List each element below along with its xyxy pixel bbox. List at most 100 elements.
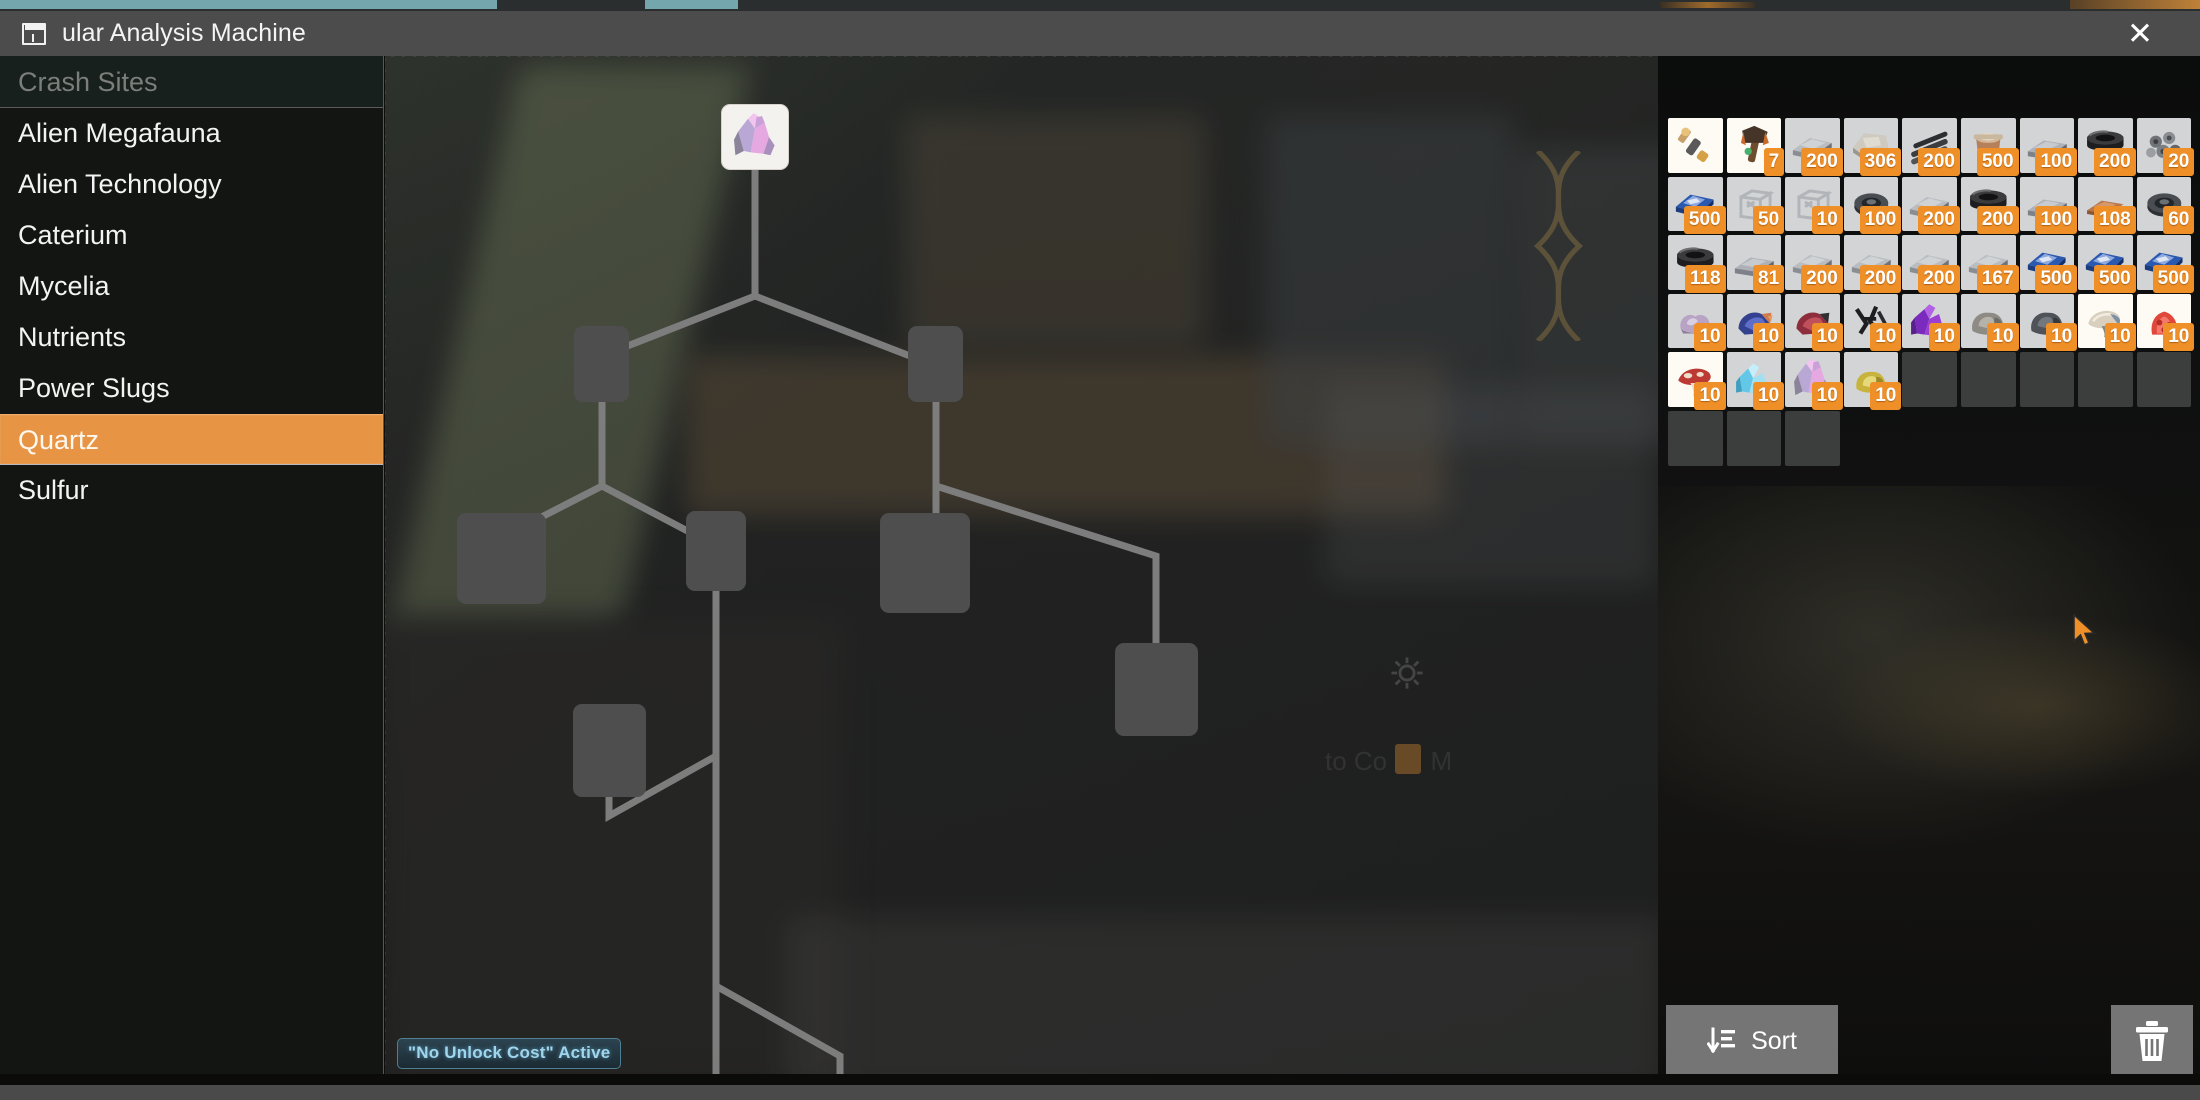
inventory-slot[interactable]: 10 (1666, 350, 1726, 410)
inventory-item-quantity: 306 (1859, 147, 1902, 176)
inventory-slot[interactable]: 100 (2018, 116, 2078, 176)
mam-window: ular Analysis Machine ✕ Crash Sites Alie… (0, 11, 2200, 1085)
inventory-slot[interactable]: 500 (2135, 233, 2195, 293)
inventory-slot[interactable]: 108 (2076, 175, 2136, 235)
inventory-slot[interactable]: 10 (1842, 350, 1902, 410)
close-button[interactable]: ✕ (2080, 11, 2200, 56)
inventory-slot[interactable]: 200 (1900, 233, 1960, 293)
inventory-slot[interactable]: 10 (1783, 175, 1843, 235)
tree-node-root[interactable] (721, 104, 789, 170)
inventory-slot-empty[interactable] (2018, 350, 2077, 409)
inventory-slot-empty[interactable] (1666, 409, 1725, 468)
inventory-slot[interactable]: 500 (1666, 175, 1726, 235)
inventory-item-quantity: 100 (1859, 206, 1902, 235)
inventory-item-quantity: 10 (1753, 323, 1785, 352)
inventory-slot[interactable]: 306 (1842, 116, 1902, 176)
sidebar-item-quartz[interactable]: Quartz (0, 414, 383, 465)
inventory-slot[interactable]: 50 (1725, 175, 1785, 235)
sidebar-item-sulfur[interactable]: Sulfur (0, 465, 383, 516)
inventory-slot-empty[interactable] (1900, 350, 1959, 409)
inventory-item-quantity: 7 (1763, 147, 1785, 176)
inventory-slot[interactable]: 10 (1725, 350, 1785, 410)
sidebar-list: Alien Megafauna Alien Technology Caterium M… (0, 108, 383, 516)
inventory-slot-inner (1902, 352, 1957, 407)
inventory-slot[interactable]: 167 (1959, 233, 2019, 293)
quartz-crystal-icon (734, 113, 775, 156)
tree-node-n2[interactable] (908, 326, 963, 402)
inventory-slot[interactable]: 7 (1725, 116, 1785, 176)
inventory-slot[interactable]: 200 (1900, 116, 1960, 176)
inventory-footer: Sort (1666, 1005, 2193, 1077)
sidebar-item-mycelia[interactable]: Mycelia (0, 261, 383, 312)
inventory-slot-inner (1960, 352, 2016, 407)
sidebar-item-caterium[interactable]: Caterium (0, 210, 383, 261)
inventory-slot[interactable]: 200 (1842, 233, 1902, 293)
tree-node-n1[interactable] (574, 326, 629, 402)
inventory-item-quantity: 10 (1928, 323, 1960, 352)
tree-node-n7[interactable] (573, 704, 646, 797)
inventory-slot[interactable]: 200 (1783, 233, 1843, 293)
sidebar-item-alien-technology[interactable]: Alien Technology (0, 159, 383, 210)
inventory-slot[interactable]: 200 (1959, 175, 2019, 235)
inventory-slot-inner (2019, 352, 2075, 407)
inventory-slot[interactable] (1666, 116, 1725, 175)
inventory-item-quantity: 167 (1976, 264, 2019, 293)
sidebar-item-alien-megafauna[interactable]: Alien Megafauna (0, 108, 383, 159)
inventory-slot-empty[interactable] (1959, 350, 2018, 409)
trash-icon (2136, 1021, 2168, 1061)
inventory-slot[interactable]: 10 (1900, 292, 1960, 352)
inventory-slot[interactable]: 60 (2135, 175, 2195, 235)
inventory-slot[interactable]: 500 (2076, 233, 2136, 293)
inventory-item-quantity: 10 (2104, 323, 2136, 352)
inventory-slot[interactable]: 118 (1666, 233, 1726, 293)
tree-node-n4[interactable] (457, 513, 546, 604)
inventory-slot[interactable]: 100 (1842, 175, 1902, 235)
tree-node-n6[interactable] (1115, 643, 1198, 736)
inventory-slot[interactable]: 10 (2135, 292, 2195, 352)
inventory-slot[interactable]: 81 (1725, 233, 1785, 293)
sort-button[interactable]: Sort (1666, 1005, 1838, 1077)
inventory-slot[interactable]: 200 (1783, 116, 1843, 176)
sidebar-item-power-slugs[interactable]: Power Slugs (0, 363, 383, 414)
inventory-slot[interactable]: 100 (2018, 175, 2078, 235)
inventory-slot[interactable]: 200 (2076, 116, 2136, 176)
sidebar-item-nutrients[interactable]: Nutrients (0, 312, 383, 363)
inventory-item-quantity: 10 (1753, 381, 1785, 410)
sidebar-item-label: Nutrients (18, 322, 127, 352)
inventory-slot[interactable]: 10 (1783, 350, 1843, 410)
inventory-slot[interactable]: 10 (2018, 292, 2078, 352)
inventory-slot[interactable]: 500 (2018, 233, 2078, 293)
inventory-slot[interactable]: 10 (1783, 292, 1843, 352)
inventory-slot-empty[interactable] (1783, 409, 1842, 468)
inventory-slot-empty[interactable] (1725, 409, 1784, 468)
trash-button[interactable] (2111, 1005, 2193, 1077)
inventory-item-quantity: 108 (2094, 206, 2136, 235)
inventory-item-quantity: 100 (2035, 147, 2078, 176)
inventory-item-quantity: 10 (1811, 323, 1843, 352)
sidebar-item-label: Sulfur (18, 475, 89, 505)
top-strip-segment (645, 0, 738, 9)
inventory-slot-empty[interactable] (2135, 350, 2194, 409)
inventory-item-quantity: 500 (1976, 147, 2019, 176)
inventory-slot-inner (1668, 410, 1723, 466)
sort-button-label: Sort (1751, 1026, 1797, 1055)
tree-node-n3[interactable] (880, 513, 970, 613)
research-tree-panel[interactable]: MAM to Co M (385, 56, 1660, 1085)
tree-node-n5[interactable] (686, 511, 746, 591)
inventory-item-quantity: 10 (1811, 206, 1843, 235)
inventory-slot[interactable]: 10 (1842, 292, 1902, 352)
inventory-slot[interactable]: 10 (1725, 292, 1785, 352)
inventory-slot[interactable]: 20 (2135, 116, 2195, 176)
inventory-slot[interactable]: 10 (1959, 292, 2019, 352)
inventory-slot[interactable]: 10 (2076, 292, 2136, 352)
inventory-slot-empty[interactable] (2076, 350, 2135, 409)
inventory-slot-inner (1785, 410, 1840, 466)
inventory-slot[interactable]: 10 (1666, 292, 1726, 352)
inventory-slot[interactable]: 500 (1959, 116, 2019, 176)
inventory-item-quantity: 200 (1918, 147, 1960, 176)
inventory-slot[interactable]: 200 (1900, 175, 1960, 235)
top-strip-highlight (1660, 2, 1755, 8)
inventory-item-quantity: 60 (2163, 206, 2195, 235)
mouse-pointer-icon (2073, 614, 2096, 647)
inventory-item-quantity: 200 (1801, 147, 1843, 176)
